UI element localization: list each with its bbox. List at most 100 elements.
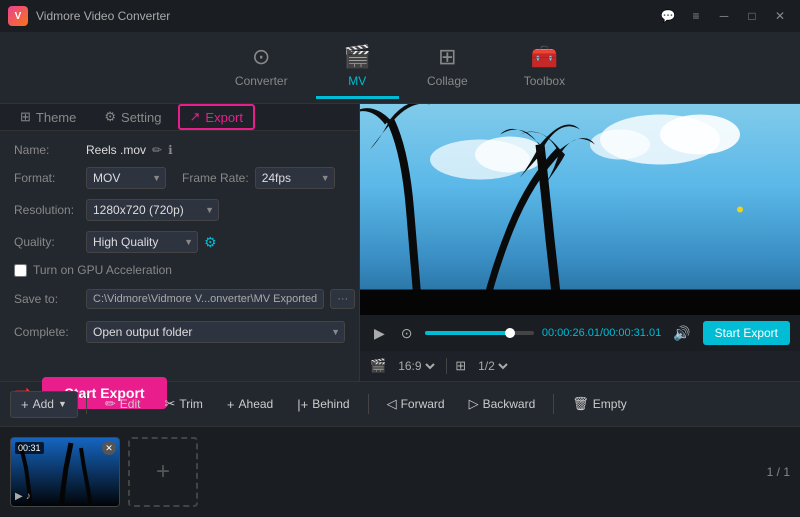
video-sub-controls: 🎬 16:94:31:1 ⊞ 1/21/12/1 (360, 351, 800, 381)
minimize-button[interactable]: ─ (712, 7, 736, 25)
stop-button[interactable]: ⊙ (397, 323, 417, 344)
empty-label: Empty (593, 397, 627, 411)
timeline-add-button[interactable]: + (128, 437, 198, 507)
complete-select-wrap: Open output folderDo nothingShut down (86, 321, 345, 343)
behind-icon: |+ (297, 397, 308, 412)
timeline-clip-1[interactable]: 00:31 ✕ ▶ ♪ (10, 437, 120, 507)
format-value-area: MOVMP4AVIMKV Frame Rate: 24fps30fps60fps (86, 167, 345, 189)
clip-duration: 00:31 (15, 442, 44, 454)
quality-select[interactable]: High QualityMedium QualityLow Quality (86, 231, 198, 253)
progress-thumb (505, 328, 515, 338)
quality-settings-icon[interactable]: ⚙ (204, 234, 217, 251)
close-button[interactable]: ✕ (768, 7, 792, 25)
format-row: Format: MOVMP4AVIMKV Frame Rate: 24fps30… (14, 167, 345, 189)
nav-collage[interactable]: ⊞ Collage (399, 36, 496, 99)
separator-3 (553, 394, 554, 414)
menu-button[interactable]: ≡ (684, 7, 708, 25)
start-export-right-button[interactable]: Start Export (703, 321, 790, 345)
add-label: Add (33, 397, 54, 411)
gpu-checkbox[interactable] (14, 264, 27, 277)
right-panel: ▶ ⊙ 00:00:26.01/00:00:31.01 🔊 Start Expo… (360, 104, 800, 381)
empty-button[interactable]: 🗑 Empty (562, 391, 637, 417)
add-button[interactable]: + Add ▼ (10, 391, 78, 418)
aspect-ratio-select[interactable]: 16:94:31:1 (394, 358, 438, 374)
nav-toolbox[interactable]: 🧰 Toolbox (496, 36, 593, 99)
quality-label: Quality: (14, 235, 86, 249)
gpu-label: Turn on GPU Acceleration (33, 263, 172, 277)
video-thumb-icon: 🎬 (370, 358, 386, 374)
framerate-select[interactable]: 24fps30fps60fps (255, 167, 335, 189)
separator-1 (86, 394, 87, 414)
volume-button[interactable]: 🔊 (669, 323, 694, 344)
progress-bar[interactable] (425, 331, 534, 335)
progress-fill (425, 331, 516, 335)
nav-mv[interactable]: 🎬 MV (316, 36, 399, 99)
ahead-button[interactable]: + Ahead (217, 392, 283, 417)
path-dots-button[interactable]: ··· (330, 289, 355, 309)
tab-setting[interactable]: ⚙ Setting (92, 105, 173, 129)
resolution-value-area: 1280x720 (720p)1920x1080 (1080p)3840x216… (86, 199, 345, 221)
backward-button[interactable]: ▷ Backward (459, 391, 546, 417)
resolution-select-wrap: 1280x720 (720p)1920x1080 (1080p)3840x216… (86, 199, 219, 221)
quality-select-wrap: High QualityMedium QualityLow Quality (86, 231, 198, 253)
complete-value-area: Open output folderDo nothingShut down (86, 321, 345, 343)
forward-button[interactable]: ◁ Forward (377, 391, 455, 417)
title-bar-controls: 💬 ≡ ─ □ ✕ (656, 7, 792, 25)
setting-label: Setting (121, 110, 161, 125)
play-button[interactable]: ▶ (370, 323, 389, 344)
ahead-label: Ahead (239, 397, 274, 411)
trim-button[interactable]: ✂ Trim (154, 391, 212, 417)
save-path: C:\Vidmore\Vidmore V...onverter\MV Expor… (86, 289, 324, 309)
empty-icon: 🗑 (572, 396, 589, 412)
mv-label: MV (348, 74, 366, 88)
tab-export[interactable]: ↗ Export (178, 104, 255, 130)
edit-button[interactable]: ✏ Edit (95, 391, 151, 417)
converter-label: Converter (235, 74, 288, 88)
add-icon: + (21, 397, 29, 412)
resolution-select[interactable]: 1280x720 (720p)1920x1080 (1080p)3840x216… (86, 199, 219, 221)
converter-icon: ⊙ (252, 44, 270, 70)
divider (446, 358, 447, 374)
edit-label: Edit (120, 397, 141, 411)
framerate-select-wrap: 24fps30fps60fps (255, 167, 335, 189)
edit-icon: ✏ (105, 396, 116, 412)
forward-label: Forward (401, 397, 445, 411)
collage-icon: ⊞ (438, 44, 456, 70)
gpu-row: Turn on GPU Acceleration (14, 263, 345, 277)
mv-icon: 🎬 (344, 44, 371, 70)
export-form: Name: Reels .mov ✏ ℹ Format: MOVMP4AVIMK… (0, 131, 359, 365)
info-icon[interactable]: ℹ (168, 143, 173, 157)
name-text: Reels .mov (86, 143, 146, 157)
name-value-area: Reels .mov ✏ ℹ (86, 143, 345, 157)
format-label: Format: (14, 171, 86, 185)
edit-name-icon[interactable]: ✏ (152, 143, 162, 157)
collage-label: Collage (427, 74, 468, 88)
quality-value-area: High QualityMedium QualityLow Quality ⚙ (86, 231, 345, 253)
add-dropdown-icon: ▼ (58, 399, 67, 409)
backward-label: Backward (483, 397, 536, 411)
timeline: 00:31 ✕ ▶ ♪ + 1 / 1 (0, 427, 800, 517)
clip-close-button[interactable]: ✕ (102, 441, 116, 455)
separator-2 (368, 394, 369, 414)
name-row: Name: Reels .mov ✏ ℹ (14, 143, 345, 157)
chat-button[interactable]: 💬 (656, 7, 680, 25)
main-content: ⊞ Theme ⚙ Setting ↗ Export Name: Reels .… (0, 104, 800, 381)
tab-theme[interactable]: ⊞ Theme (8, 105, 88, 129)
title-bar: V Vidmore Video Converter 💬 ≡ ─ □ ✕ (0, 0, 800, 32)
page-count: 1 / 1 (767, 465, 790, 479)
frame-rate-label: Frame Rate: (182, 171, 249, 185)
video-scene (360, 104, 800, 315)
export-label: Export (205, 110, 243, 125)
panel-tabs: ⊞ Theme ⚙ Setting ↗ Export (0, 104, 359, 131)
backward-icon: ▷ (469, 396, 479, 412)
export-icon: ↗ (190, 109, 201, 125)
app-title: Vidmore Video Converter (36, 9, 170, 23)
video-preview (360, 104, 800, 315)
complete-select[interactable]: Open output folderDo nothingShut down (86, 321, 345, 343)
maximize-button[interactable]: □ (740, 7, 764, 25)
nav-converter[interactable]: ⊙ Converter (207, 36, 316, 99)
format-select[interactable]: MOVMP4AVIMKV (86, 167, 166, 189)
resolution-row: Resolution: 1280x720 (720p)1920x1080 (10… (14, 199, 345, 221)
zoom-select[interactable]: 1/21/12/1 (474, 358, 511, 374)
behind-button[interactable]: |+ Behind (287, 392, 359, 417)
